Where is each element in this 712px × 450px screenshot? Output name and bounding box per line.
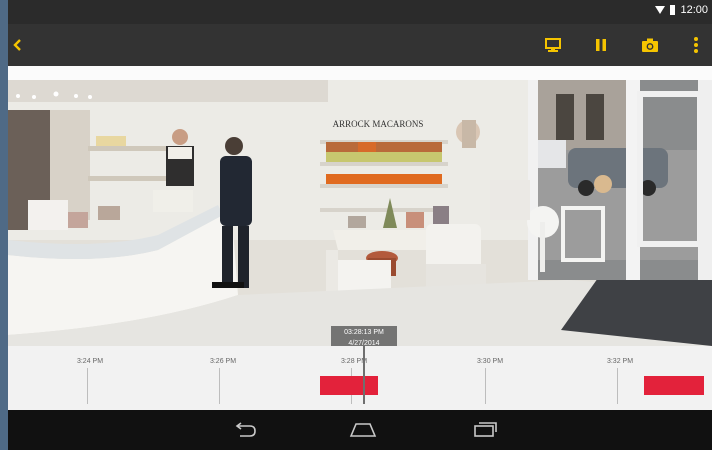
battery-icon [670,5,676,15]
camera-view-illustration: ARROCK MACARONS [8,80,712,346]
timeline-tick-label: 3:24 PM [76,358,104,365]
app-toolbar [8,24,712,66]
video-top-margin [8,66,712,80]
snapshot-button[interactable] [636,24,664,66]
cursor-time: 03:28:13 PM [344,329,384,336]
video-feed[interactable]: ARROCK MACARONS [8,80,712,346]
timeline-tick [87,368,88,404]
recording-segment[interactable] [320,376,378,395]
back-button[interactable] [8,24,28,66]
timeline-tick [219,368,220,404]
back-arrow-icon [13,39,21,51]
status-time: 12:00 [680,4,708,16]
overflow-menu-button[interactable] [686,24,706,66]
timeline-tick [485,368,486,404]
timeline-tick-label: 3:32 PM [606,358,634,365]
wifi-icon [655,6,666,14]
recents-nav-icon [474,422,497,437]
nav-back-button[interactable] [230,418,260,442]
timeline-tick-label: 3:26 PM [209,358,237,365]
nav-recents-button[interactable] [470,418,500,442]
pause-icon [596,39,606,51]
display-button[interactable] [540,24,566,66]
home-nav-icon [349,423,377,437]
nav-home-button[interactable] [348,418,378,442]
recording-timeline[interactable]: 3:24 PM 3:26 PM 3:28 PM 3:30 PM 3:32 PM [8,346,712,410]
status-icons: 12:00 [655,4,708,16]
back-nav-icon [235,422,256,437]
shop-sign-text: ARROCK MACARONS [333,119,424,129]
status-bar: 12:00 [8,0,712,24]
camera-snapshot-icon [642,38,658,52]
system-nav-bar [8,410,712,450]
device-screen: 12:00 ARROCK MACARONS 03:28:13 PM 4/27/2… [8,0,712,450]
pause-button[interactable] [588,24,614,66]
timeline-tick-label: 3:30 PM [476,358,504,365]
timeline-tick [617,368,618,404]
overflow-menu-icon [694,37,698,53]
monitor-icon [545,38,561,52]
playback-cursor-line[interactable] [363,346,365,404]
recording-segment[interactable] [644,376,704,395]
